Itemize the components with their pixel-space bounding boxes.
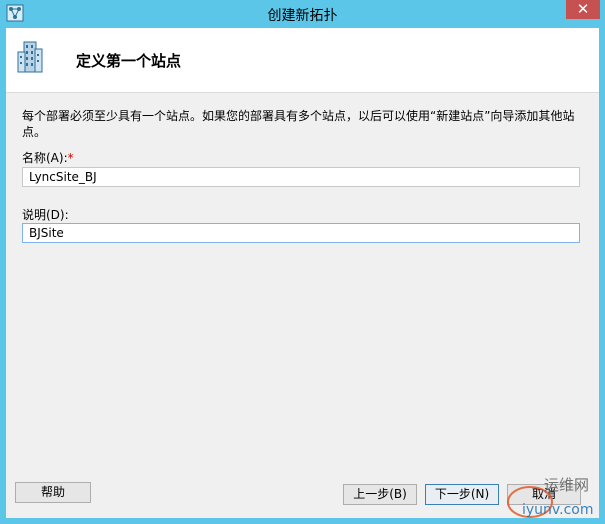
svg-text:iyunv.com: iyunv.com: [522, 502, 593, 518]
help-button[interactable]: 帮助: [15, 482, 91, 503]
window-title: 创建新拓扑: [267, 8, 338, 24]
close-button[interactable]: ✕: [566, 0, 600, 19]
building-icon: [17, 41, 43, 73]
watermark-logo: 运维网 iyunv.com: [507, 476, 593, 518]
title-bar[interactable]: 创建新拓扑 ✕: [0, 0, 605, 28]
close-icon: ✕: [576, 0, 590, 18]
next-button[interactable]: 下一步(N): [425, 484, 499, 505]
name-label-text: 名称(A):: [22, 151, 68, 165]
name-input[interactable]: [22, 167, 580, 187]
back-button[interactable]: 上一步(B): [343, 484, 417, 505]
description-label: 说明(D):: [22, 208, 69, 222]
svg-text:运维网: 运维网: [544, 476, 589, 494]
description-input[interactable]: [22, 223, 580, 243]
required-marker: *: [67, 151, 74, 165]
wizard-header: 定义第一个站点: [6, 28, 599, 93]
wizard-body: 定义第一个站点 每个部署必须至少具有一个站点。如果您的部署具有多个站点，以后可以…: [6, 28, 599, 518]
name-label: 名称(A):*: [22, 149, 74, 166]
wizard-window: 创建新拓扑 ✕ 定义第一个站点 每个部署必须至少具有一个站点。如果您的部署具有多…: [0, 0, 605, 524]
page-title: 定义第一个站点: [76, 52, 182, 70]
description-text: 每个部署必须至少具有一个站点。如果您的部署具有多个站点，以后可以使用“新建站点”…: [22, 109, 575, 139]
